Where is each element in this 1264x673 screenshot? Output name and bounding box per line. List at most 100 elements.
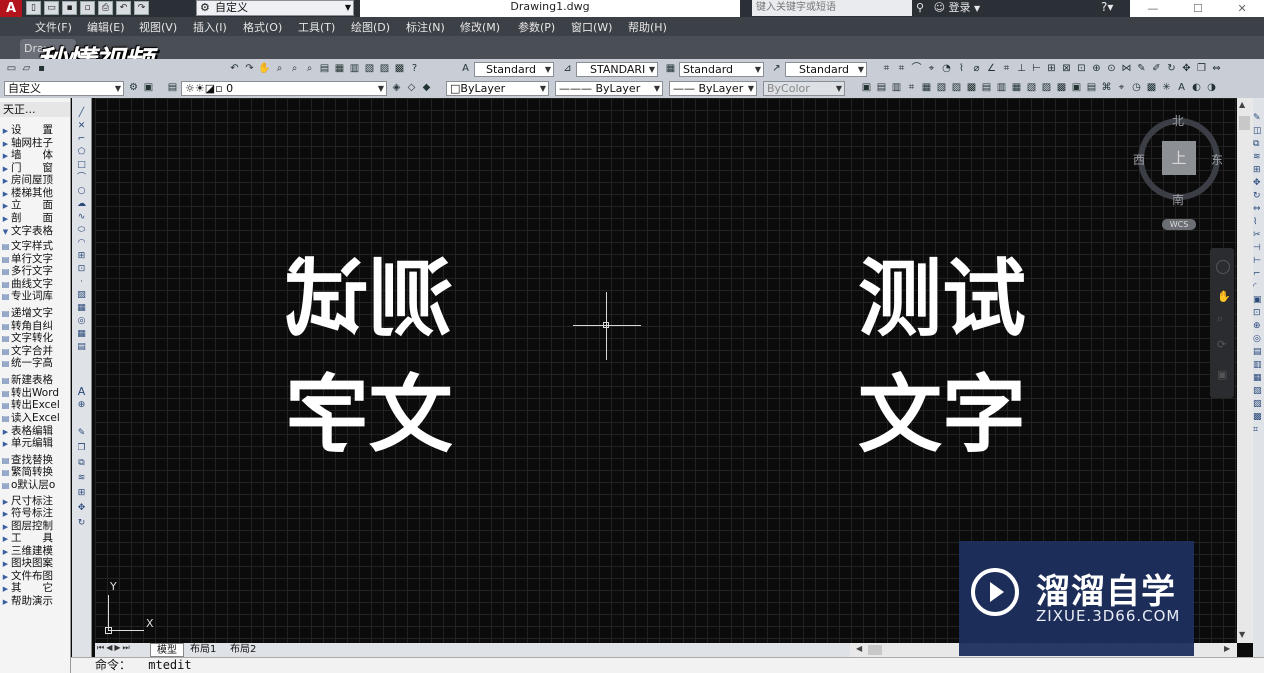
tarch-menu-item[interactable]: ▤ 文字转化: [0, 332, 70, 345]
workspace-select[interactable]: ⚙ 自定义 ▼: [196, 0, 354, 16]
angular-icon[interactable]: ∠: [985, 62, 998, 75]
radius-icon[interactable]: ◔: [940, 62, 953, 75]
vertical-scrollbar[interactable]: ▲ ▼: [1237, 98, 1253, 643]
tarch-menu-item[interactable]: ▤ 读入Excel: [0, 412, 70, 425]
markup-icon[interactable]: ▨: [378, 62, 391, 75]
tarch-menu-item[interactable]: ▤ 转出Excel: [0, 399, 70, 412]
mirror-icon[interactable]: ⧉: [75, 458, 88, 469]
table-style-select[interactable]: Standard ▼: [679, 62, 764, 77]
pan-hand-icon[interactable]: ✋: [1217, 290, 1231, 303]
text-style-select[interactable]: Standard ▼: [474, 62, 554, 77]
tool-icon-12[interactable]: ▧: [1025, 81, 1038, 94]
tool-icon-19[interactable]: ◷: [1130, 81, 1143, 94]
tarch-menu-item[interactable]: ▤ 文字样式: [0, 240, 70, 253]
mirrored-text-line1[interactable]: 测试: [273, 250, 453, 348]
dim-text-edit-icon[interactable]: ✐: [1150, 62, 1163, 75]
scroll-left-icon[interactable]: ◀: [856, 644, 862, 653]
tarch-menu-title[interactable]: 天正...: [0, 102, 70, 117]
tool-icon-4[interactable]: ⌗: [905, 81, 918, 94]
menu-tools[interactable]: 工具(T): [298, 19, 335, 35]
hscroll-thumb[interactable]: [868, 645, 882, 655]
polygon-icon[interactable]: ⬠: [75, 147, 88, 158]
new-file-icon[interactable]: ▯: [26, 1, 41, 15]
tool-icon-18[interactable]: ⌖: [1115, 81, 1128, 94]
tool-icon-16[interactable]: ▤: [1085, 81, 1098, 94]
tarch-menu-item[interactable]: ▶ 单元编辑: [0, 437, 70, 450]
tab-nav-icons[interactable]: ⏮◀▶⏭: [97, 643, 132, 653]
erase-icon[interactable]: ✎: [75, 428, 88, 439]
linetype-select[interactable]: ——— ByLayer ▼: [555, 81, 663, 96]
menu-dimension[interactable]: 标注(N): [406, 19, 445, 35]
close-button[interactable]: ✕: [1237, 2, 1246, 15]
redo-icon[interactable]: ↷: [243, 62, 256, 75]
tarch-menu-item[interactable]: ▤ o默认层o: [0, 479, 70, 492]
tab-layout1[interactable]: 布局1: [184, 643, 222, 657]
mirrored-text-line2[interactable]: 文字: [273, 366, 453, 464]
make-current-icon[interactable]: ◈: [390, 81, 403, 94]
revcloud-icon[interactable]: ☁: [75, 199, 88, 210]
diameter-icon[interactable]: ⌀: [970, 62, 983, 75]
ellipse-arc-icon[interactable]: ◠: [75, 238, 88, 249]
properties-icon[interactable]: ▤: [318, 62, 331, 75]
mtext-icon[interactable]: ▤: [75, 342, 88, 353]
tarch-menu-item[interactable]: ▤ 多行文字: [0, 265, 70, 278]
design-center-icon[interactable]: ▦: [333, 62, 346, 75]
text-icon[interactable]: A: [75, 386, 88, 397]
tool-icon-6[interactable]: ▧: [935, 81, 948, 94]
layer-select[interactable]: ☼☀◪▫ 0 ▼: [181, 81, 387, 96]
rectangle-icon[interactable]: □: [75, 160, 88, 171]
app-logo-icon[interactable]: A: [0, 0, 22, 17]
copy-icon[interactable]: ❐: [75, 443, 88, 454]
minimize-button[interactable]: —: [1147, 2, 1158, 15]
menu-modify[interactable]: 修改(M): [460, 19, 500, 35]
spline-icon[interactable]: ∿: [75, 212, 88, 223]
undo-icon[interactable]: ↶: [228, 62, 241, 75]
tarch-menu-item[interactable]: ▶ 图块图案: [0, 557, 70, 570]
menu-format[interactable]: 格式(O): [243, 19, 282, 35]
tarch-menu-item[interactable]: ▼ 文字表格: [0, 225, 70, 238]
tarch-menu-item[interactable]: ▤ 繁简转换: [0, 466, 70, 479]
normal-text-line2[interactable]: 文字: [858, 373, 1038, 457]
sheet-set-icon[interactable]: ▧: [363, 62, 376, 75]
tool-icon-15[interactable]: ▣: [1070, 81, 1083, 94]
wcs-menu[interactable]: WCS: [1162, 219, 1196, 230]
tarch-menu-item[interactable]: ▶ 剖 面: [0, 212, 70, 225]
open-file-icon[interactable]: ▭: [44, 1, 59, 15]
insert-block-icon[interactable]: ⊞: [75, 251, 88, 262]
stretch-icon[interactable]: ⇔: [1210, 62, 1223, 75]
tool-icon-7[interactable]: ▨: [950, 81, 963, 94]
binoculars-icon[interactable]: ⚲: [916, 1, 924, 14]
tab-layout2[interactable]: 布局2: [224, 643, 262, 657]
region-icon[interactable]: ◎: [75, 316, 88, 327]
zoom-window-icon[interactable]: ⌕: [288, 62, 301, 75]
tool-icon-5[interactable]: ▦: [920, 81, 933, 94]
make-block-icon[interactable]: ⊡: [75, 264, 88, 275]
normal-text-line1[interactable]: 测试: [858, 257, 1038, 341]
save-icon[interactable]: ▪: [35, 62, 48, 75]
compass-south[interactable]: 南: [1172, 191, 1184, 208]
tarch-menu-item[interactable]: ▶ 其 它: [0, 582, 70, 595]
zoom-realtime-icon[interactable]: ⌕: [273, 62, 286, 75]
search-input[interactable]: 键入关键字或短语: [752, 0, 912, 16]
tool-icon-1[interactable]: ▣: [860, 81, 873, 94]
help-icon[interactable]: ?▾: [1101, 0, 1113, 14]
save-as-icon[interactable]: ▫: [80, 1, 95, 15]
layer-manager-icon[interactable]: ▤: [166, 81, 179, 94]
aligned-dim-icon[interactable]: ⌗: [895, 62, 908, 75]
workspace-select-2[interactable]: 自定义 ▼: [4, 81, 124, 96]
tool-icon-11[interactable]: ▦: [1010, 81, 1023, 94]
steering-wheel-icon[interactable]: [1216, 260, 1230, 274]
lineweight-select[interactable]: —— ByLayer ▼: [669, 81, 757, 96]
gradient-icon[interactable]: ▦: [75, 303, 88, 314]
tool-icon-9[interactable]: ▤: [980, 81, 993, 94]
maximize-button[interactable]: ☐: [1193, 2, 1203, 15]
layer-previous-icon[interactable]: ◇: [405, 81, 418, 94]
tarch-menu-item[interactable]: ▶ 墙 体: [0, 149, 70, 162]
tool-palettes-icon[interactable]: ▥: [348, 62, 361, 75]
continue-icon[interactable]: ⊢: [1030, 62, 1043, 75]
arc-length-icon[interactable]: ⌒: [910, 62, 923, 75]
hatch-icon[interactable]: ▨: [75, 290, 88, 301]
tool-icon-23[interactable]: ◐: [1190, 81, 1203, 94]
tool-icon-2[interactable]: ▤: [875, 81, 888, 94]
tarch-menu-item[interactable]: ▤ 新建表格: [0, 374, 70, 387]
